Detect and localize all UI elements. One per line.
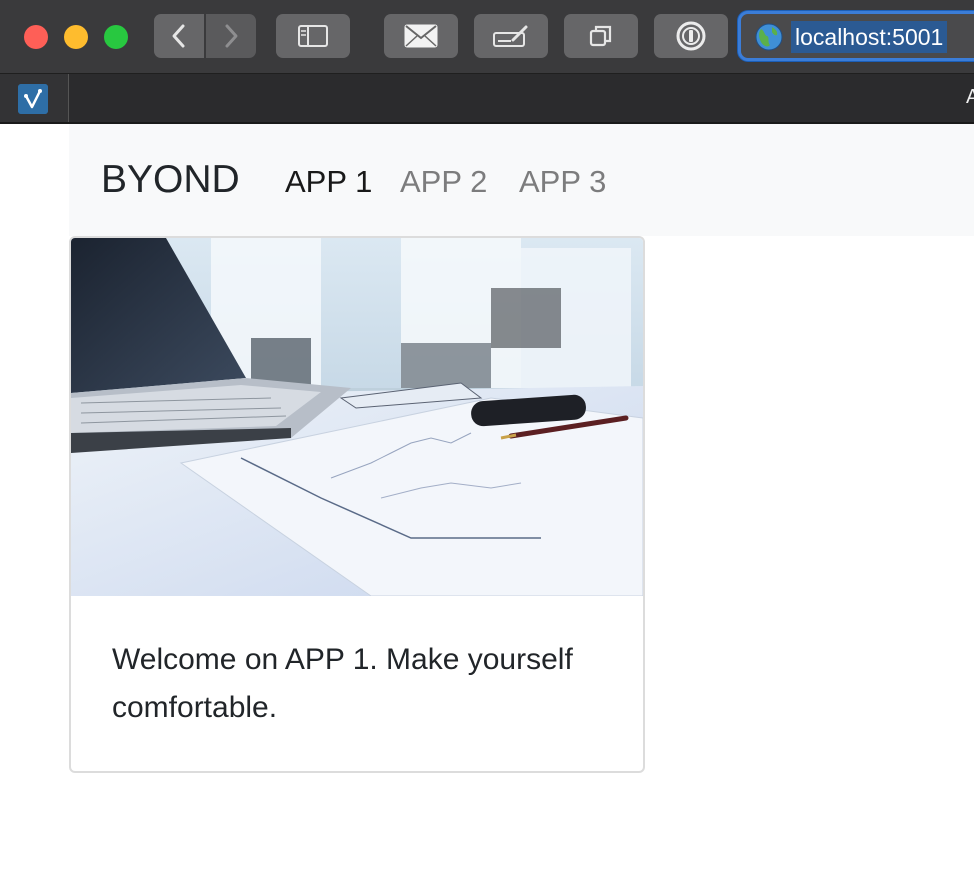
- browser-toolbar: localhost:5001: [0, 0, 974, 74]
- address-bar[interactable]: localhost:5001: [738, 11, 974, 61]
- tabs-overview-icon: [589, 25, 612, 47]
- pinned-tab[interactable]: [0, 74, 69, 122]
- web-page: BYOND APP 1 APP 2 APP 3 Welcome on APP 1…: [0, 124, 974, 876]
- globe-icon: [755, 23, 783, 51]
- nav-link-app-3[interactable]: APP 3: [519, 162, 606, 202]
- sidebar-icon: [298, 25, 328, 47]
- navbar-brand[interactable]: BYOND: [101, 156, 240, 204]
- back-icon: [172, 24, 185, 48]
- compose-icon: [493, 25, 528, 47]
- close-window-button[interactable]: [24, 25, 48, 49]
- compose-button[interactable]: [474, 14, 548, 58]
- onepassword-button[interactable]: [654, 14, 728, 58]
- sidebar-button[interactable]: [276, 14, 350, 58]
- nav-link-app-1[interactable]: APP 1: [285, 162, 372, 202]
- welcome-text: Welcome on APP 1. Make yourself comforta…: [112, 643, 573, 724]
- back-button[interactable]: [154, 14, 204, 58]
- tab-strip: A: [0, 74, 974, 124]
- zoom-window-button[interactable]: [104, 25, 128, 49]
- url-text[interactable]: localhost:5001: [791, 21, 948, 53]
- welcome-card: Welcome on APP 1. Make yourself comforta…: [69, 236, 645, 773]
- tab-title-fragment[interactable]: A: [966, 86, 974, 109]
- minimize-window-button[interactable]: [64, 25, 88, 49]
- mail-icon: [404, 24, 438, 48]
- tab-overview-button[interactable]: [564, 14, 638, 58]
- onepassword-icon: [676, 21, 706, 51]
- nav-link-app-2[interactable]: APP 2: [400, 162, 487, 202]
- card-image: [71, 238, 643, 596]
- mail-button[interactable]: [384, 14, 458, 58]
- forward-icon: [225, 24, 238, 48]
- forward-button[interactable]: [206, 14, 256, 58]
- vue-favicon-icon: [18, 84, 48, 114]
- navbar: BYOND APP 1 APP 2 APP 3: [69, 124, 974, 236]
